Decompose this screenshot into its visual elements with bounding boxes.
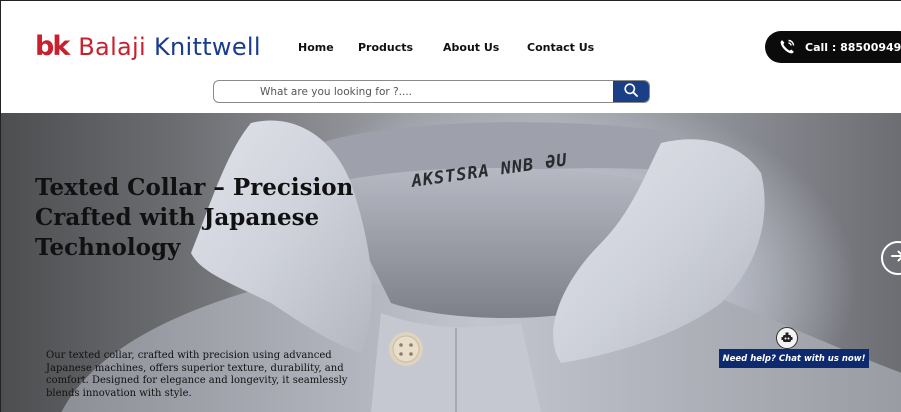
site-header: bk Balaji Knittwell Home Products About … — [1, 1, 901, 113]
search-icon — [623, 82, 639, 102]
nav-contact-us[interactable]: Contact Us — [527, 41, 594, 54]
chat-help-banner[interactable]: Need help? Chat with us now! — [719, 349, 869, 368]
brand-logo[interactable]: bk Balaji Knittwell — [35, 31, 261, 62]
search-bar — [213, 80, 650, 103]
call-label: Call : 8850094949 — [805, 40, 901, 54]
search-input[interactable] — [214, 81, 612, 102]
hero-banner: AKSTSRA NNB ƏU Texted Collar – Precision… — [1, 113, 901, 412]
hero-description: Our texted collar, crafted with precisio… — [46, 350, 348, 399]
brand-name-part2: Knittwell — [153, 33, 261, 61]
arrow-right-icon — [889, 247, 901, 269]
call-button[interactable]: Call : 8850094949 — [765, 31, 901, 63]
page: bk Balaji Knittwell Home Products About … — [0, 0, 901, 412]
phone-icon — [777, 37, 797, 57]
chatbot-icon[interactable] — [776, 327, 798, 349]
hero-title: Texted Collar – Precision Crafted with J… — [35, 174, 354, 261]
nav-about-us[interactable]: About Us — [443, 41, 499, 54]
search-button[interactable] — [613, 81, 649, 102]
brand-mark: bk — [35, 31, 70, 62]
nav-home[interactable]: Home — [298, 41, 334, 54]
shirt-button — [389, 332, 423, 366]
nav-products[interactable]: Products — [358, 41, 413, 54]
brand-name-part1: Balaji — [78, 33, 146, 61]
